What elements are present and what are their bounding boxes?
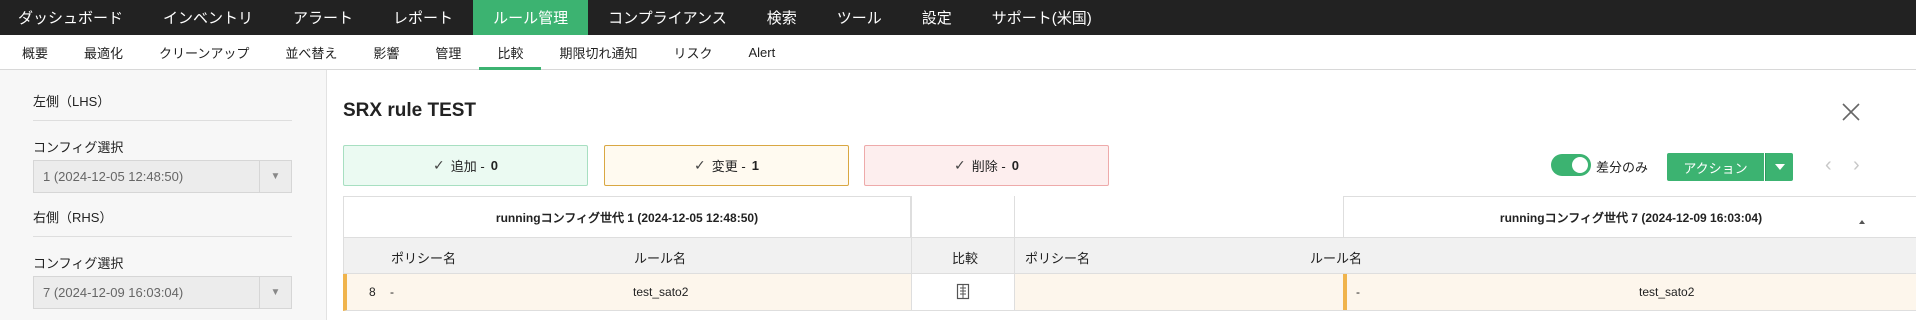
check-icon: ✓ [694, 157, 706, 173]
check-icon: ✓ [954, 157, 966, 173]
rhs-config-value: 7 (2024-12-09 16:03:04) [43, 285, 184, 300]
nav-inventory[interactable]: インベントリ [143, 0, 273, 35]
changed-marker [1343, 274, 1347, 310]
compare-main: SRX rule TEST ✓ 追加 - 0 ✓ 変更 - 1 ✓ 削除 - 0… [328, 70, 1916, 320]
rhs-col-rule-name[interactable]: ルール名 [1310, 248, 1362, 267]
nav-rule-management[interactable]: ルール管理 [473, 0, 589, 35]
col-compare: 比較 [952, 251, 979, 266]
nav-alerts[interactable]: アラート [273, 0, 373, 35]
compare-header-spacer [911, 196, 1015, 237]
diff-only-label: 差分のみ [1596, 160, 1649, 175]
tab-cleanup[interactable]: クリーンアップ [141, 35, 267, 69]
config-selection-panel: 左側（LHS） コンフィグ選択 1 (2024-12-05 12:48:50) … [0, 70, 327, 320]
page-title: SRX rule TEST [343, 100, 477, 121]
compare-column-header: 比較 [911, 237, 1015, 274]
rhs-divider [33, 236, 292, 237]
rhs-config-label: コンフィグ選択 [33, 256, 124, 271]
row-number: 8 [369, 285, 376, 299]
rhs-heading: 右側（RHS） [33, 210, 113, 225]
sub-navigation: 概要 最適化 クリーンアップ 並べ替え 影響 管理 比較 期限切れ通知 リスク … [0, 35, 1916, 70]
table-row[interactable]: 8 - test_sato2 [343, 274, 911, 311]
nav-search[interactable]: 検索 [747, 0, 817, 35]
lhs-column-header: ポリシー名 ルール名 [343, 237, 911, 274]
chevron-right-icon[interactable]: › [1853, 154, 1860, 177]
lhs-col-rule-name[interactable]: ルール名 [634, 248, 686, 267]
lhs-rule-name: test_sato2 [633, 285, 689, 299]
nav-support[interactable]: サポート(米国) [972, 0, 1112, 35]
tab-impact[interactable]: 影響 [355, 35, 417, 69]
close-icon[interactable] [1839, 100, 1863, 124]
chevron-left-icon[interactable]: ‹ [1825, 154, 1832, 177]
tab-management[interactable]: 管理 [417, 35, 479, 69]
lhs-col-policy-name[interactable]: ポリシー名 [391, 248, 456, 267]
rhs-col-policy-name[interactable]: ポリシー名 [1025, 248, 1090, 267]
changed-label: 変更 - [711, 159, 746, 174]
action-button[interactable]: アクション [1667, 153, 1764, 181]
check-icon: ✓ [433, 157, 445, 173]
top-navigation: ダッシュボード インベントリ アラート レポート ルール管理 コンプライアンス … [0, 0, 1916, 35]
deleted-filter[interactable]: ✓ 削除 - 0 [864, 145, 1109, 186]
changed-filter[interactable]: ✓ 変更 - 1 [604, 145, 849, 186]
diff-only-toggle[interactable] [1551, 154, 1591, 176]
toggle-knob [1572, 157, 1588, 173]
nav-settings[interactable]: 設定 [902, 0, 972, 35]
document-compare-icon[interactable] [956, 283, 970, 300]
tab-optimization[interactable]: 最適化 [66, 35, 141, 69]
tab-reorder[interactable]: 並べ替え [267, 35, 355, 69]
deleted-label: 削除 - [971, 159, 1006, 174]
rhs-header-spacer [1015, 196, 1343, 237]
lhs-heading: 左側（LHS） [33, 94, 111, 109]
lhs-config-value: 1 (2024-12-05 12:48:50) [43, 169, 184, 184]
tab-compare[interactable]: 比較 [479, 35, 542, 70]
lhs-divider [33, 120, 292, 121]
rhs-policy-name: - [1356, 285, 1360, 299]
lhs-policy-name: - [390, 285, 394, 299]
added-label: 追加 - [450, 159, 485, 174]
nav-dashboard[interactable]: ダッシュボード [0, 0, 143, 35]
caret-down-icon [1774, 164, 1785, 170]
rhs-config-select[interactable]: 7 (2024-12-09 16:03:04) ▼ [33, 276, 292, 309]
caret-down-icon: ▼ [259, 161, 291, 192]
lhs-generation-header: runningコンフィグ世代 1 (2024-12-05 12:48:50) [343, 196, 911, 237]
lhs-config-select[interactable]: 1 (2024-12-05 12:48:50) ▼ [33, 160, 292, 193]
nav-reports[interactable]: レポート [373, 0, 473, 35]
tab-alert[interactable]: Alert [730, 35, 793, 69]
scroll-up-caret[interactable] [1859, 220, 1865, 224]
nav-compliance[interactable]: コンプライアンス [588, 0, 747, 35]
deleted-count: 0 [1011, 158, 1019, 173]
table-row[interactable]: - test_sato2 [1015, 274, 1916, 311]
nav-tools[interactable]: ツール [817, 0, 902, 35]
added-count: 0 [490, 158, 498, 173]
action-dropdown-button[interactable] [1765, 153, 1793, 181]
tab-expiry-notification[interactable]: 期限切れ通知 [541, 35, 655, 69]
compare-cell [911, 274, 1015, 311]
lhs-config-label: コンフィグ選択 [33, 140, 124, 155]
tab-risk[interactable]: リスク [655, 35, 730, 69]
caret-down-icon: ▼ [259, 277, 291, 308]
rhs-column-header: ポリシー名 ルール名 [1015, 237, 1916, 274]
changed-count: 1 [751, 158, 759, 173]
rhs-rule-name: test_sato2 [1639, 285, 1695, 299]
rhs-generation-header: runningコンフィグ世代 7 (2024-12-09 16:03:04) [1343, 196, 1916, 237]
added-filter[interactable]: ✓ 追加 - 0 [343, 145, 588, 186]
tab-overview[interactable]: 概要 [0, 35, 66, 69]
